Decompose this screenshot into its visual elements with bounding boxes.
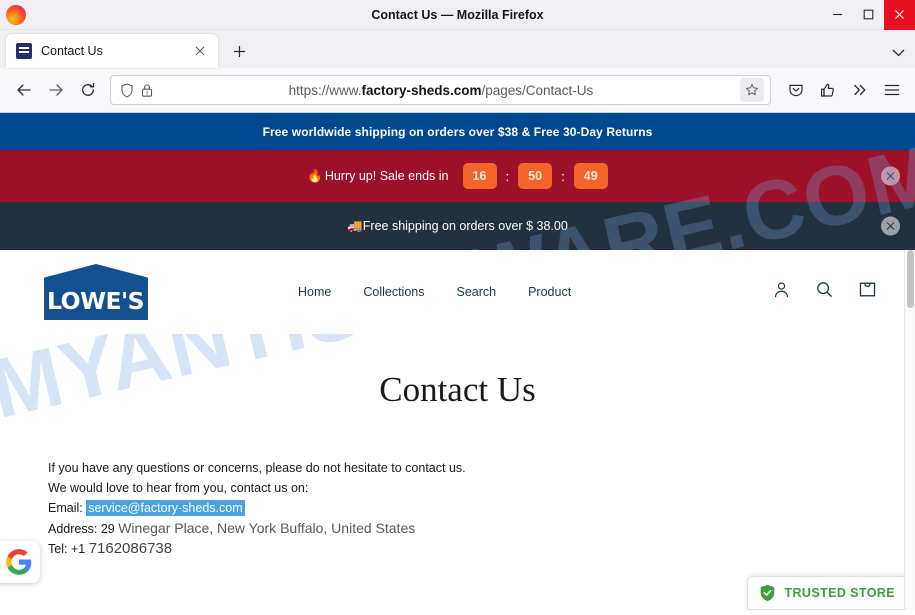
nav-item-home[interactable]: Home xyxy=(298,285,331,299)
scrollbar-thumb[interactable] xyxy=(907,250,914,308)
window-controls xyxy=(822,0,915,30)
header-icon-group xyxy=(772,280,877,304)
countdown-content: 🔥 Hurry up! Sale ends in 16 : 50 : 49 xyxy=(307,163,608,189)
contact-details: If you have any questions or concerns, p… xyxy=(48,458,915,559)
tel-country-code: +1 xyxy=(70,542,86,556)
nav-item-product[interactable]: Product xyxy=(528,285,571,299)
tab-strip: Contact Us xyxy=(0,30,915,68)
lowes-logo[interactable]: LOWE'S xyxy=(44,264,148,320)
tel-label: Tel: xyxy=(48,542,68,556)
forward-button-icon[interactable] xyxy=(40,74,72,106)
contact-intro-line-1: If you have any questions or concerns, p… xyxy=(48,461,466,475)
close-free-shipping-banner-icon[interactable] xyxy=(881,216,900,236)
trusted-shield-check-icon xyxy=(761,584,775,602)
overflow-chevrons-icon[interactable] xyxy=(845,75,875,105)
email-value[interactable]: service@factory-sheds.com xyxy=(86,500,245,516)
minimize-button[interactable] xyxy=(822,0,853,30)
google-logo-icon xyxy=(6,549,32,575)
countdown-minutes: 50 xyxy=(518,163,553,189)
insecure-connection-lock-warning-icon[interactable] xyxy=(140,83,154,98)
reload-button-icon[interactable] xyxy=(72,74,104,106)
nav-item-search[interactable]: Search xyxy=(456,285,496,299)
contact-intro-line-2: We would love to hear from you, contact … xyxy=(48,481,309,495)
fire-emoji-icon: 🔥 xyxy=(307,168,323,183)
address-label: Address: xyxy=(48,522,98,536)
logo-text: LOWE'S xyxy=(47,289,145,315)
truck-emoji-icon: 🚚 xyxy=(347,218,363,233)
page-viewport: Free worldwide shipping on orders over $… xyxy=(0,113,915,610)
promo-banner-countdown: 🔥 Hurry up! Sale ends in 16 : 50 : 49 xyxy=(0,150,915,202)
save-to-device-icon[interactable] xyxy=(813,75,843,105)
contact-address-row: Address: 29 Winegar Place, New York Buff… xyxy=(48,518,915,539)
close-tab-icon[interactable] xyxy=(190,41,210,61)
countdown-separator-1: : xyxy=(505,168,510,184)
window-titlebar: Contact Us — Mozilla Firefox xyxy=(0,0,915,30)
promo-banner-shipping: Free worldwide shipping on orders over $… xyxy=(0,113,915,150)
account-person-icon[interactable] xyxy=(772,280,791,304)
close-window-button[interactable] xyxy=(884,0,915,30)
countdown-seconds: 49 xyxy=(573,163,608,189)
nav-item-collections[interactable]: Collections xyxy=(363,285,424,299)
main-navigation: Home Collections Search Product xyxy=(298,285,571,299)
google-reviews-widget[interactable] xyxy=(0,541,40,583)
logo-body-shape: LOWE'S xyxy=(44,284,148,320)
bookmark-star-icon[interactable] xyxy=(740,78,764,102)
tab-title: Contact Us xyxy=(41,44,103,58)
trusted-store-label: TRUSTED STORE xyxy=(784,586,895,600)
logo-roof-shape xyxy=(44,264,148,286)
trusted-store-badge[interactable]: TRUSTED STORE xyxy=(747,576,909,610)
window-title: Contact Us — Mozilla Firefox xyxy=(371,7,544,22)
email-label: Email: xyxy=(48,501,83,515)
close-countdown-banner-icon[interactable] xyxy=(881,166,900,186)
search-icon[interactable] xyxy=(815,280,834,304)
address-bar[interactable]: https://www.factory-sheds.com/pages/Cont… xyxy=(110,75,771,105)
countdown-label: Hurry up! Sale ends in xyxy=(324,169,449,183)
tab-favicon-icon xyxy=(16,43,32,59)
contact-email-row: Email: service@factory-sheds.com xyxy=(48,498,915,518)
browser-tab-contact-us[interactable]: Contact Us xyxy=(6,34,218,68)
countdown-hours: 16 xyxy=(462,163,497,189)
url-text[interactable]: https://www.factory-sheds.com/pages/Cont… xyxy=(160,83,740,98)
list-all-tabs-icon[interactable] xyxy=(892,44,905,62)
application-menu-icon[interactable] xyxy=(877,75,907,105)
tel-value: 7162086738 xyxy=(88,540,173,557)
firefox-logo-icon xyxy=(6,4,26,25)
promo-banner-free-shipping: 🚚 Free shipping on orders over $ 38.00 xyxy=(0,202,915,250)
address-number: 29 xyxy=(100,522,115,536)
countdown-separator-2: : xyxy=(561,168,565,184)
back-button-icon[interactable] xyxy=(8,74,40,106)
maximize-button[interactable] xyxy=(853,0,884,30)
page-scrollbar[interactable] xyxy=(904,250,915,610)
new-tab-button[interactable] xyxy=(224,36,254,66)
address-value: Winegar Place, New York Buffalo, United … xyxy=(118,520,416,536)
browser-toolbar: https://www.factory-sheds.com/pages/Cont… xyxy=(0,68,915,113)
site-header: LOWE'S Home Collections Search Product xyxy=(0,250,915,334)
toolbar-icons xyxy=(781,75,907,105)
free-shipping-text: Free shipping on orders over $ 38.00 xyxy=(362,219,568,233)
pocket-icon[interactable] xyxy=(781,75,811,105)
contact-tel-row: Tel: +1 7162086738 xyxy=(48,539,915,559)
cart-bag-icon[interactable] xyxy=(858,280,877,304)
page-title: Contact Us xyxy=(379,370,536,409)
tracking-protection-shield-icon[interactable] xyxy=(120,82,134,98)
